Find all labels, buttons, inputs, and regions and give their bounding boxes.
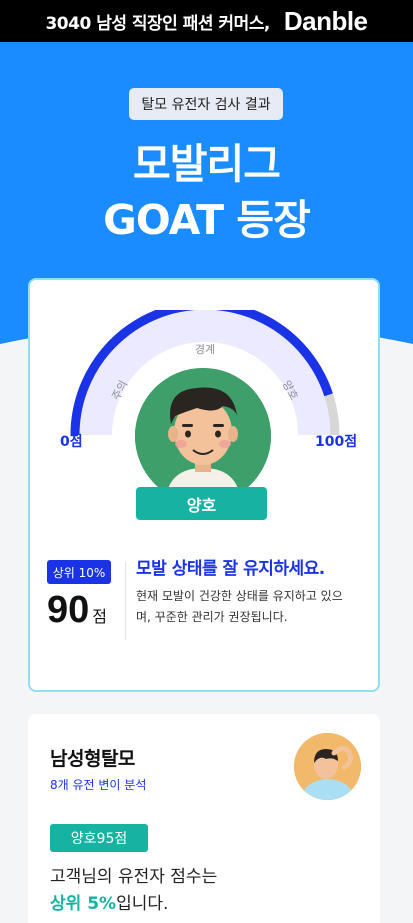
trait-title: 남성형탈모	[50, 748, 135, 770]
trait-desc-line-1: 고객님의 유전자 점수는	[50, 867, 218, 887]
trait-status: 양호	[70, 831, 97, 847]
trait-score: 95점	[96, 831, 128, 847]
man-avatar-icon	[135, 368, 271, 504]
result-headline: 모발 상태를 잘 유지하세요.	[136, 559, 325, 579]
result-card: 주의 경계 양호 0점 100점 양호 상위 10% 90 점 모발 상태를 잘…	[28, 278, 380, 692]
gauge-max-label: 100점	[315, 434, 358, 450]
gauge-min-label: 0점	[60, 434, 83, 450]
trait-score-pill: 양호 95점	[50, 824, 148, 852]
hero-title-line-2: GOAT 등장	[103, 196, 311, 244]
head-touch-icon	[294, 733, 361, 800]
score-value: 90	[47, 589, 90, 631]
avatar	[135, 368, 271, 504]
hero-title-line-1: 모발리그	[133, 140, 281, 188]
trait-desc-line-2: 상위 5%입니다.	[50, 891, 217, 918]
result-type-badge: 탈모 유전자 검사 결과	[129, 88, 283, 120]
top-banner: 3040 남성 직장인 패션 커머스, Danble	[0, 0, 413, 42]
trait-subtitle: 8개 유전 변이 분석	[50, 778, 147, 792]
gauge-zone-warning: 경계	[195, 343, 215, 356]
rank-badge: 상위 10%	[47, 560, 111, 584]
trait-illustration	[294, 733, 361, 800]
trait-desc-suffix: 입니다.	[116, 894, 169, 914]
hero-title: 모발리그 GOAT 등장	[0, 136, 413, 248]
brand-logo[interactable]: Danble	[284, 6, 368, 37]
score-unit: 점	[92, 607, 108, 626]
status-badge: 양호	[136, 487, 267, 520]
banner-tagline: 3040 남성 직장인 패션 커머스,	[45, 13, 270, 34]
result-description: 현재 모발이 건강한 상태를 유지하고 있으며, 꾸준한 관리가 권장됩니다.	[136, 589, 343, 624]
trait-rank-highlight: 상위 5%	[50, 894, 117, 914]
trait-card: 남성형탈모 8개 유전 변이 분석 양호 95점 고객님의 유전자 점수는 상위…	[28, 714, 380, 923]
score-display: 90 점	[47, 590, 107, 637]
divider	[125, 562, 126, 640]
trait-description: 고객님의 유전자 점수는 상위 5%입니다.	[50, 864, 217, 918]
